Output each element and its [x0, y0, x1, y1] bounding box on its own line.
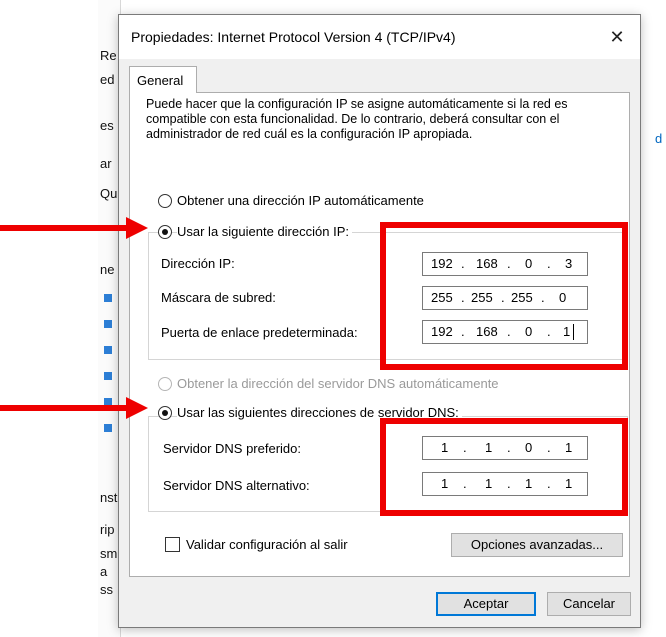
alternate-dns-label: Servidor DNS alternativo:	[163, 478, 310, 493]
background-text-fragment: Qu	[100, 186, 118, 201]
preferred-dns-label: Servidor DNS preferido:	[163, 441, 301, 456]
background-text-fragment: sm	[100, 546, 118, 561]
background-list-icon	[104, 320, 112, 328]
annotation-box-dns	[380, 418, 628, 516]
title-bar[interactable]: Propiedades: Internet Protocol Version 4…	[119, 15, 640, 59]
background-list-icon	[104, 294, 112, 302]
dns-auto-label: Obtener la dirección del servidor DNS au…	[177, 376, 499, 391]
close-icon[interactable]: ✕	[594, 15, 640, 59]
tab-general-label: General	[137, 73, 184, 88]
background-text-fragment: ed	[100, 72, 115, 87]
background-text-fragment: ss	[100, 582, 113, 597]
background-list-icon	[104, 424, 112, 432]
background-link-fragment: d	[655, 131, 663, 146]
advanced-options-button[interactable]: Opciones avanzadas...	[451, 533, 623, 557]
background-text-fragment: Re	[100, 48, 117, 63]
ip-address-label: Dirección IP:	[161, 256, 235, 271]
dialog-title: Propiedades: Internet Protocol Version 4…	[131, 29, 456, 45]
dns-auto-radio[interactable]	[158, 377, 172, 391]
ip-manual-radio[interactable]	[158, 225, 172, 239]
annotation-box-ip	[380, 222, 628, 370]
validate-label: Validar configuración al salir	[186, 537, 348, 552]
dns-manual-radio[interactable]	[158, 406, 172, 420]
cancel-button[interactable]: Cancelar	[547, 592, 631, 616]
ip-manual-label: Usar la siguiente dirección IP:	[177, 224, 352, 239]
ip-auto-label: Obtener una dirección IP automáticamente	[177, 193, 424, 208]
background-text-fragment: es	[100, 118, 114, 133]
background-text-fragment: rip	[100, 522, 115, 537]
gateway-label: Puerta de enlace predeterminada:	[161, 325, 358, 340]
background-text-fragment: nst	[100, 490, 118, 505]
subnet-mask-label: Máscara de subred:	[161, 290, 276, 305]
ok-button[interactable]: Aceptar	[436, 592, 536, 616]
validate-checkbox[interactable]	[165, 537, 180, 552]
description-text: Puede hacer que la configuración IP se a…	[146, 97, 568, 141]
background-text-fragment: ar	[100, 156, 112, 171]
background-list-icon	[104, 346, 112, 354]
ip-auto-radio[interactable]	[158, 194, 172, 208]
background-text-fragment: ne	[100, 262, 115, 277]
tab-general[interactable]: General	[129, 66, 197, 93]
background-list-icon	[104, 372, 112, 380]
background-text-fragment: a	[100, 564, 108, 579]
